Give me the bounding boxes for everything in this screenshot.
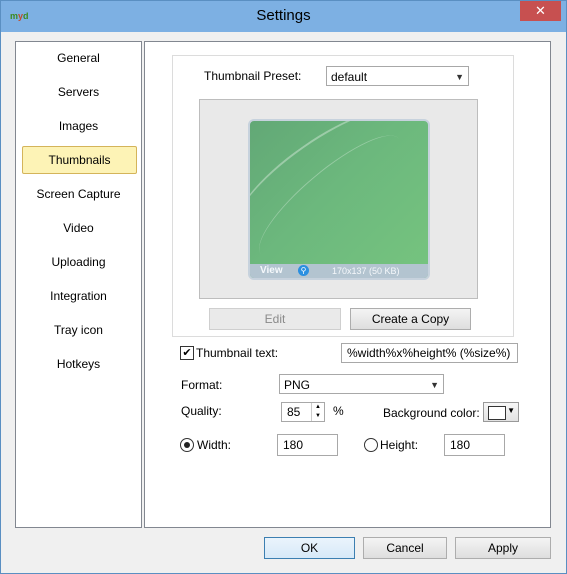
- close-button[interactable]: ✕: [520, 1, 561, 21]
- chevron-down-icon: ▼: [455, 72, 464, 82]
- window-title: Settings: [256, 7, 311, 24]
- quality-stepper[interactable]: ▲ ▼: [311, 403, 324, 421]
- sidebar-item-video[interactable]: Video: [22, 215, 135, 241]
- quality-value: 85: [287, 405, 301, 419]
- height-input[interactable]: 180: [444, 434, 505, 456]
- height-label: Height:: [380, 438, 419, 452]
- magnifier-icon: ⚲: [298, 265, 309, 276]
- thumbnail-preview: View ⚲ 170x137 (50 KB): [248, 119, 430, 280]
- edit-button[interactable]: Edit: [209, 308, 341, 330]
- title-bar[interactable]: myd Settings ✕: [1, 1, 566, 32]
- sidebar-item-integration[interactable]: Integration: [22, 283, 135, 309]
- thumbnail-text-input[interactable]: %width%x%height% (%size%): [341, 343, 518, 363]
- preset-group: Thumbnail Preset: default ▼ View ⚲ 170x1…: [172, 55, 514, 337]
- sidebar-item-general[interactable]: General: [22, 45, 135, 71]
- width-input[interactable]: 180: [277, 434, 338, 456]
- thumbnails-panel: Thumbnail Preset: default ▼ View ⚲ 170x1…: [144, 41, 551, 528]
- chevron-down-icon: ▼: [507, 406, 515, 415]
- sidebar-item-servers[interactable]: Servers: [22, 79, 135, 105]
- settings-sidebar: General Servers Images Thumbnails Screen…: [15, 41, 142, 528]
- thumbnail-preview-frame: View ⚲ 170x137 (50 KB): [199, 99, 478, 299]
- width-label: Width:: [197, 438, 232, 452]
- chevron-down-icon: ▼: [430, 380, 439, 390]
- quality-label: Quality:: [181, 404, 222, 418]
- preset-select[interactable]: default ▼: [326, 66, 469, 86]
- sidebar-item-hotkeys[interactable]: Hotkeys: [22, 351, 135, 377]
- spin-down-icon[interactable]: ▼: [312, 412, 324, 421]
- background-color-label: Background color:: [383, 406, 480, 420]
- preset-label: Thumbnail Preset:: [204, 69, 302, 83]
- view-label: View: [260, 265, 283, 276]
- height-radio[interactable]: [364, 438, 378, 452]
- spin-up-icon[interactable]: ▲: [312, 403, 324, 412]
- format-value: PNG: [284, 378, 311, 392]
- background-color-picker[interactable]: ▼: [483, 402, 519, 422]
- cancel-button[interactable]: Cancel: [363, 537, 447, 559]
- thumbnail-text-checkbox[interactable]: ✔: [180, 346, 194, 360]
- quality-unit: %: [333, 404, 344, 418]
- settings-window: myd Settings ✕ General Servers Images Th…: [0, 0, 567, 574]
- sidebar-item-uploading[interactable]: Uploading: [22, 249, 135, 275]
- apply-button[interactable]: Apply: [455, 537, 551, 559]
- format-label: Format:: [181, 378, 223, 392]
- thumbnail-caption-bar: View ⚲ 170x137 (50 KB): [250, 264, 428, 278]
- thumbnail-text-label: Thumbnail text:: [196, 346, 279, 360]
- color-swatch: [488, 406, 506, 420]
- sidebar-item-images[interactable]: Images: [22, 113, 135, 139]
- ok-button[interactable]: OK: [264, 537, 355, 559]
- preset-value: default: [331, 70, 368, 84]
- quality-input[interactable]: 85 ▲ ▼: [281, 402, 325, 422]
- create-copy-button[interactable]: Create a Copy: [350, 308, 471, 330]
- sidebar-item-thumbnails[interactable]: Thumbnails: [22, 146, 137, 174]
- thumbnail-size-text: 170x137 (50 KB): [332, 266, 400, 276]
- sidebar-item-tray-icon[interactable]: Tray icon: [22, 317, 135, 343]
- width-radio[interactable]: [180, 438, 194, 452]
- sidebar-item-screen-capture[interactable]: Screen Capture: [22, 181, 135, 207]
- format-select[interactable]: PNG ▼: [279, 374, 444, 394]
